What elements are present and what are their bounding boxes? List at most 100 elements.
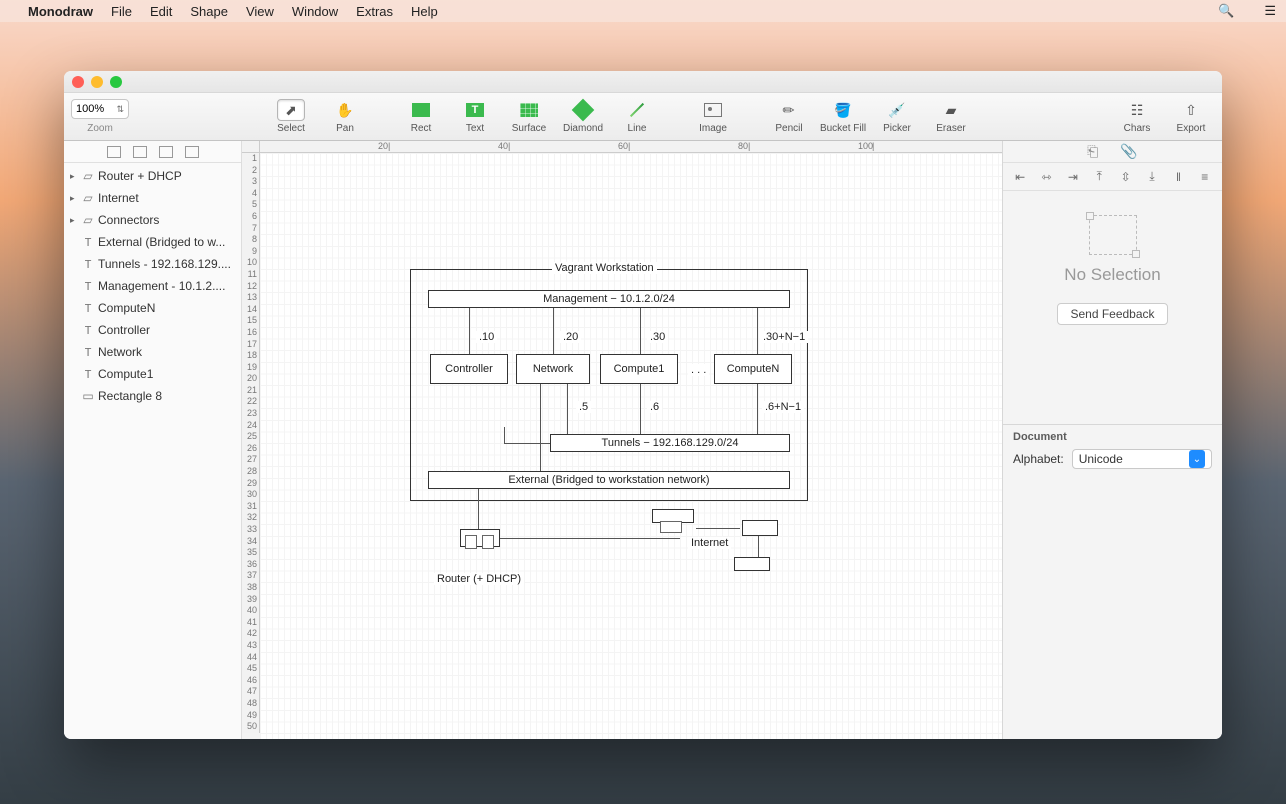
drawing-canvas[interactable]: Vagrant Workstation Management − 10.1.2.… (260, 153, 1002, 739)
connector[interactable] (540, 384, 541, 462)
sidebar-item[interactable]: ▸ Connectors (64, 209, 241, 231)
sidebar-item[interactable]: ComputeN (64, 297, 241, 319)
zoom-window-button[interactable] (110, 76, 122, 88)
layer-type-icon (82, 301, 94, 315)
connector[interactable] (757, 384, 758, 434)
shape-internet-box3[interactable] (734, 557, 770, 571)
tool-bucket[interactable]: 🪣Bucket Fill (818, 95, 868, 139)
layer-type-icon (82, 389, 94, 403)
send-feedback-button[interactable]: Send Feedback (1057, 303, 1167, 325)
tool-eraser[interactable]: ▰Eraser (926, 95, 976, 139)
layer-action-4-icon[interactable] (185, 146, 199, 158)
connector[interactable] (640, 384, 641, 434)
tool-pan[interactable]: ✋ Pan (320, 95, 370, 139)
sidebar-item-label: Management - 10.1.2.... (98, 279, 225, 293)
sidebar-item[interactable]: Network (64, 341, 241, 363)
tool-image[interactable]: Image (688, 95, 738, 139)
connector[interactable] (757, 308, 758, 354)
align-bottom-icon[interactable]: ⤓ (1144, 170, 1160, 184)
shape-external[interactable]: External (Bridged to workstation network… (428, 471, 790, 489)
align-hcenter-icon[interactable]: ⇿ (1039, 170, 1055, 184)
alphabet-select[interactable]: Unicode ⌄ (1072, 449, 1212, 469)
align-tab-icon[interactable]: ⎗ (1087, 143, 1098, 160)
menu-edit[interactable]: Edit (150, 4, 172, 19)
sidebar-item[interactable]: Management - 10.1.2.... (64, 275, 241, 297)
tool-rect[interactable]: Rect (396, 95, 446, 139)
shape-router-port[interactable] (482, 535, 494, 549)
sidebar-item[interactable]: Rectangle 8 (64, 385, 241, 407)
tool-picker[interactable]: 💉Picker (872, 95, 922, 139)
connector[interactable] (696, 528, 740, 529)
layer-type-icon (82, 345, 94, 359)
align-right-icon[interactable]: ⇥ (1065, 170, 1081, 184)
connector[interactable] (758, 536, 759, 557)
tool-text[interactable]: TText (450, 95, 500, 139)
ip-label: .5 (576, 401, 591, 413)
shape-compute1[interactable]: Compute1 (600, 354, 678, 384)
menu-window[interactable]: Window (292, 4, 338, 19)
frame-title-text[interactable]: Vagrant Workstation (552, 262, 657, 274)
menu-help[interactable]: Help (411, 4, 438, 19)
align-vcenter-icon[interactable]: ⇳ (1118, 170, 1134, 184)
app-menu[interactable]: Monodraw (28, 4, 93, 19)
connector[interactable] (504, 427, 505, 443)
spotlight-icon[interactable]: 🔍 (1218, 3, 1234, 19)
shape-controller[interactable]: Controller (430, 354, 508, 384)
sidebar-item[interactable]: Controller (64, 319, 241, 341)
distribute-v-icon[interactable]: ≡ (1197, 170, 1213, 184)
close-window-button[interactable] (72, 76, 84, 88)
zoom-select[interactable]: 100% ⇅ (71, 99, 129, 119)
layer-action-1-icon[interactable] (107, 146, 121, 158)
tool-select[interactable]: ⬈ Select (266, 95, 316, 139)
shape-tunnels[interactable]: Tunnels − 192.168.129.0/24 (550, 434, 790, 452)
align-left-icon[interactable]: ⇤ (1012, 170, 1028, 184)
dropdown-arrow-icon: ⌄ (1189, 450, 1205, 468)
connector[interactable] (567, 384, 568, 434)
shape-network[interactable]: Network (516, 354, 590, 384)
connector[interactable] (518, 538, 680, 539)
shape-computen[interactable]: ComputeN (714, 354, 792, 384)
shape-internet-box2[interactable] (742, 520, 778, 536)
connector[interactable] (553, 308, 554, 354)
sidebar-item[interactable]: Tunnels - 192.168.129.... (64, 253, 241, 275)
disclosure-icon[interactable]: ▸ (70, 171, 78, 182)
menu-extras[interactable]: Extras (356, 4, 393, 19)
distribute-h-icon[interactable]: ‖ (1170, 170, 1186, 184)
ip-label: .6 (647, 401, 662, 413)
titlebar[interactable] (64, 71, 1222, 93)
tool-chars[interactable]: ☷Chars (1112, 95, 1162, 139)
sidebar-item-label: Rectangle 8 (98, 389, 162, 403)
menu-view[interactable]: View (246, 4, 274, 19)
tool-export[interactable]: ⇧Export (1166, 95, 1216, 139)
layer-type-icon (82, 279, 94, 293)
connector[interactable] (540, 452, 541, 471)
connector[interactable] (504, 443, 550, 444)
shape-router-port[interactable] (465, 535, 477, 549)
attach-tab-icon[interactable]: 📎 (1120, 143, 1137, 160)
disclosure-icon[interactable]: ▸ (70, 215, 78, 226)
sidebar-item-label: External (Bridged to w... (98, 235, 225, 249)
sidebar-item[interactable]: Compute1 (64, 363, 241, 385)
sidebar-item[interactable]: ▸Router + DHCP (64, 165, 241, 187)
disclosure-icon[interactable]: ▸ (70, 193, 78, 204)
layer-action-3-icon[interactable] (159, 146, 173, 158)
tool-diamond[interactable]: Diamond (558, 95, 608, 139)
layer-action-2-icon[interactable] (133, 146, 147, 158)
connector[interactable] (469, 308, 470, 354)
menu-file[interactable]: File (111, 4, 132, 19)
notification-center-icon[interactable]: ☰ (1264, 3, 1276, 19)
connector[interactable] (478, 489, 479, 529)
tool-line[interactable]: Line (612, 95, 662, 139)
connector[interactable] (640, 308, 641, 354)
sidebar-item[interactable]: External (Bridged to w... (64, 231, 241, 253)
tool-pencil[interactable]: ✎Pencil (764, 95, 814, 139)
shape-internet-part[interactable] (660, 521, 682, 533)
menu-shape[interactable]: Shape (190, 4, 228, 19)
minimize-window-button[interactable] (91, 76, 103, 88)
shape-management[interactable]: Management − 10.1.2.0/24 (428, 290, 790, 308)
tool-surface[interactable]: Surface (504, 95, 554, 139)
sidebar-item-label: Connectors (98, 213, 159, 227)
connector[interactable] (500, 538, 518, 539)
align-top-icon[interactable]: ⤒ (1091, 170, 1107, 184)
sidebar-item[interactable]: ▸Internet (64, 187, 241, 209)
